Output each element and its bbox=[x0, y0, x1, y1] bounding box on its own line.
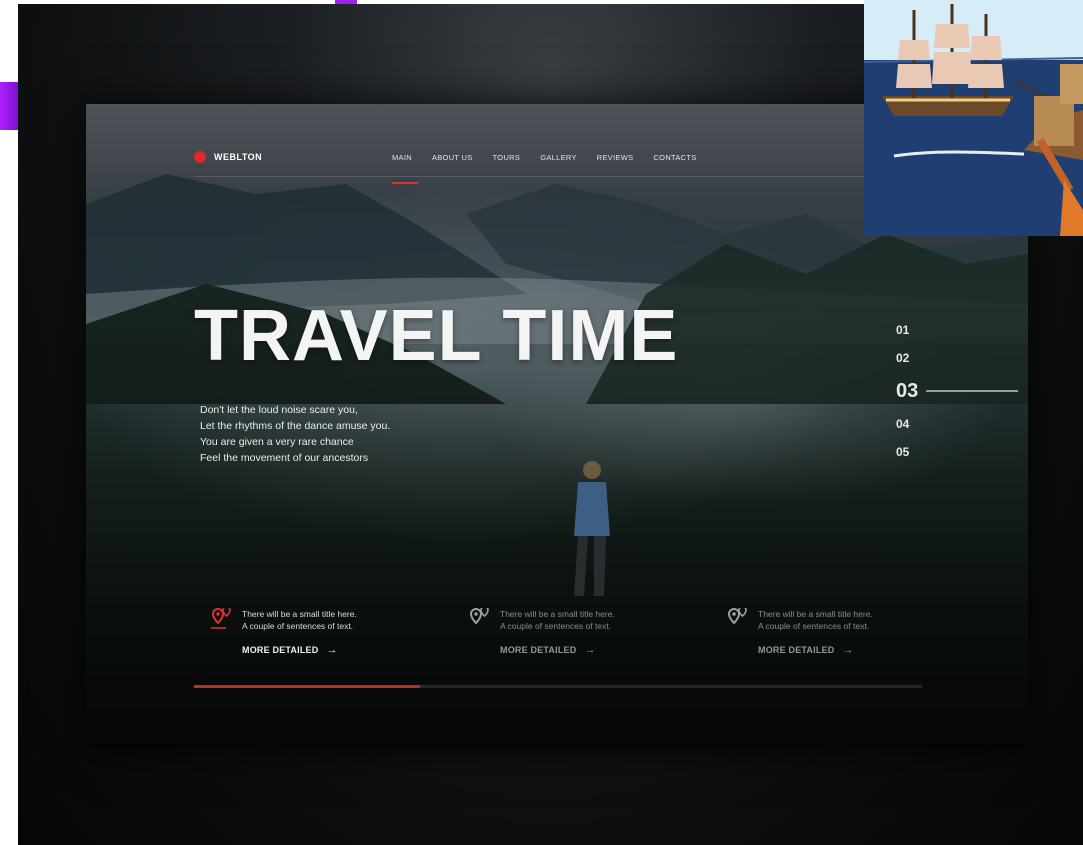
logo-text: WEBLTON bbox=[214, 152, 263, 162]
nav-item-about-us[interactable]: ABOUT US bbox=[432, 153, 473, 162]
slide-label: 01 bbox=[896, 323, 910, 337]
map-pin-icon bbox=[469, 608, 489, 625]
feature-subtitle: A couple of sentences of text. bbox=[242, 621, 354, 631]
logo-dot-icon bbox=[194, 151, 206, 163]
nav-divider bbox=[194, 176, 934, 177]
link-label: MORE DETAILED bbox=[758, 645, 835, 655]
nav-item-reviews[interactable]: REVIEWS bbox=[597, 153, 634, 162]
main-nav: MAIN ABOUT US TOURS GALLERY REVIEWS CONT… bbox=[392, 153, 697, 184]
feature-title: There will be a small title here. bbox=[500, 609, 615, 619]
feature-subtitle: A couple of sentences of text. bbox=[758, 621, 870, 631]
slide-number-01[interactable]: 01 bbox=[896, 316, 1026, 344]
nav-item-gallery[interactable]: GALLERY bbox=[540, 153, 577, 162]
site-logo[interactable]: WEBLTON bbox=[194, 151, 262, 163]
nav-item-contacts[interactable]: CONTACTS bbox=[653, 153, 696, 162]
slide-label: 04 bbox=[896, 417, 910, 431]
slide-label: 03 bbox=[896, 379, 919, 402]
feature-title: There will be a small title here. bbox=[242, 609, 357, 619]
nav-item-main[interactable]: MAIN bbox=[392, 153, 418, 184]
map-pin-icon bbox=[727, 608, 747, 625]
slide-progress-bar bbox=[194, 685, 922, 688]
sailing-ship-illustration bbox=[864, 0, 1083, 236]
slide-number-03-active[interactable]: 03 bbox=[896, 372, 1026, 410]
active-slide-line bbox=[926, 390, 1019, 392]
feature-card: There will be a small title here. A coup… bbox=[206, 608, 436, 656]
slide-number-05[interactable]: 05 bbox=[896, 438, 1026, 466]
hero-line: Let the rhythms of the dance amuse you. bbox=[200, 420, 391, 432]
link-label: MORE DETAILED bbox=[242, 645, 319, 655]
feature-card: There will be a small title here. A coup… bbox=[464, 608, 694, 656]
link-label: MORE DETAILED bbox=[500, 645, 577, 655]
hero-description: Don't let the loud noise scare you, Let … bbox=[200, 402, 390, 466]
slide-number-02[interactable]: 02 bbox=[896, 344, 1026, 372]
more-detailed-link[interactable]: MORE DETAILED → bbox=[242, 644, 436, 656]
hero-line: Feel the movement of our ancestors bbox=[200, 452, 369, 464]
slide-number-04[interactable]: 04 bbox=[896, 410, 1026, 438]
hiker-figure bbox=[574, 461, 610, 596]
slide-label: 05 bbox=[896, 445, 910, 459]
more-detailed-link[interactable]: MORE DETAILED → bbox=[500, 644, 694, 656]
arrow-right-icon: → bbox=[584, 644, 596, 656]
feature-subtitle: A couple of sentences of text. bbox=[500, 621, 612, 631]
nav-item-tours[interactable]: TOURS bbox=[493, 153, 521, 162]
hero-line: You are given a very rare chance bbox=[200, 436, 354, 448]
arrow-right-icon: → bbox=[842, 644, 854, 656]
slide-label: 02 bbox=[896, 351, 910, 365]
hero-title: TRAVEL TIME bbox=[194, 296, 679, 376]
hero-line: Don't let the loud noise scare you, bbox=[200, 404, 358, 416]
slide-pagination: 01 02 03 04 05 bbox=[896, 316, 1026, 466]
nav-active-indicator bbox=[392, 182, 418, 184]
progress-fill bbox=[194, 685, 420, 688]
map-pin-icon bbox=[211, 608, 231, 629]
arrow-right-icon: → bbox=[326, 644, 338, 656]
nav-item-label: MAIN bbox=[392, 153, 412, 162]
feature-card: There will be a small title here. A coup… bbox=[722, 608, 952, 656]
more-detailed-link[interactable]: MORE DETAILED → bbox=[758, 644, 952, 656]
purple-side-tab bbox=[0, 82, 18, 130]
feature-title: There will be a small title here. bbox=[758, 609, 873, 619]
